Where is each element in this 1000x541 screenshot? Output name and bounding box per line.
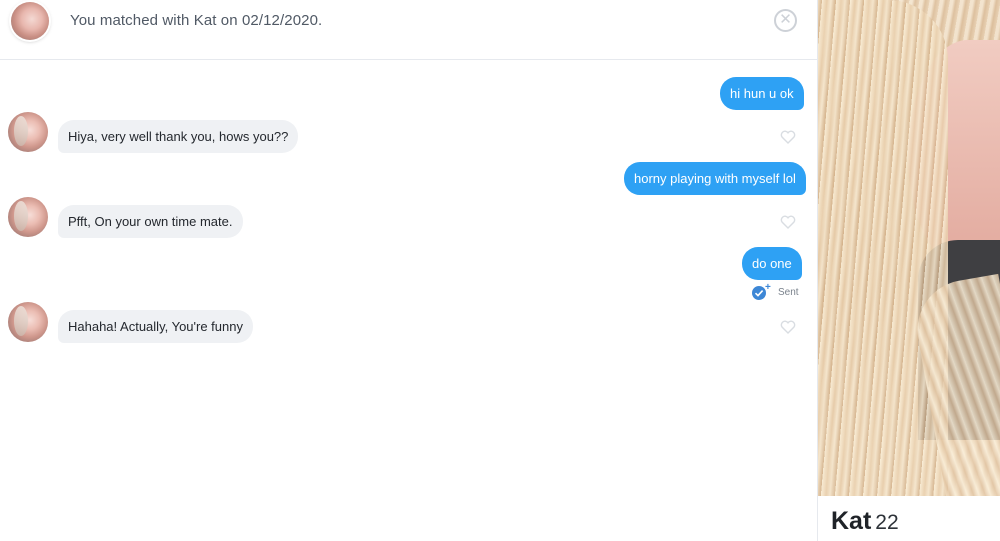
profile-age: 22 [875,511,899,534]
close-icon[interactable]: ✕ [774,9,797,32]
sender-avatar[interactable] [8,197,48,237]
profile-name-row: Kat 22 [831,507,899,537]
like-heart-icon[interactable] [780,320,796,334]
message-incoming[interactable]: Pfft, On your own time mate. [58,205,243,238]
message-status: + Sent [752,282,812,300]
message-outgoing[interactable]: horny playing with myself lol [624,162,806,195]
sender-avatar[interactable] [8,112,48,152]
match-info-text: You matched with Kat on 02/12/2020. [70,12,323,29]
chat-header: You matched with Kat on 02/12/2020. ✕ [0,0,817,60]
chat-panel: You matched with Kat on 02/12/2020. ✕ hi… [0,0,817,541]
message-outgoing[interactable]: hi hun u ok [720,77,804,110]
message-incoming[interactable]: Hahaha! Actually, You're funny [58,310,253,343]
status-label: Sent [778,287,799,298]
plus-icon: + [765,282,771,293]
photo-hair [818,0,948,496]
profile-panel: Kat 22 [817,0,1000,541]
read-receipt-check-icon [752,286,766,300]
match-avatar[interactable] [11,2,49,40]
profile-name: Kat [831,507,872,535]
sender-avatar[interactable] [8,302,48,342]
profile-photo[interactable] [818,0,1000,496]
message-outgoing[interactable]: do one [742,247,802,280]
like-heart-icon[interactable] [780,130,796,144]
like-heart-icon[interactable] [780,215,796,229]
message-incoming[interactable]: Hiya, very well thank you, hows you?? [58,120,299,153]
